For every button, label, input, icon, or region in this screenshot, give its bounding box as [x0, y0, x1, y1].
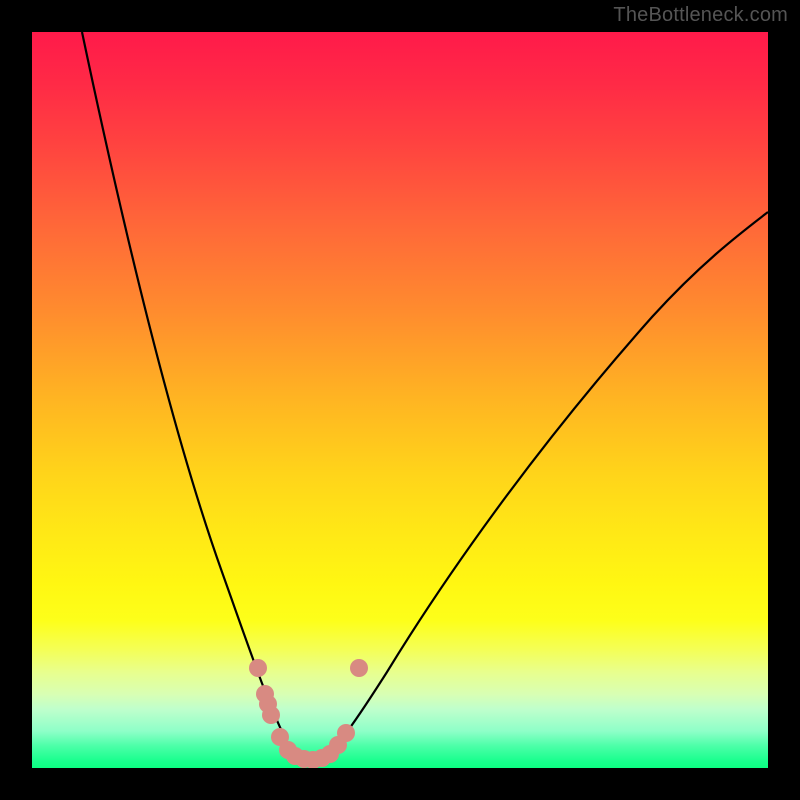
chart-stage: TheBottleneck.com	[0, 0, 800, 800]
curve-path	[82, 32, 768, 760]
curve-marker	[249, 659, 267, 677]
bottleneck-curve-svg	[32, 32, 768, 768]
curve-marker	[262, 706, 280, 724]
curve-marker	[337, 724, 355, 742]
marker-group	[249, 659, 368, 768]
watermark-text: TheBottleneck.com	[613, 4, 788, 27]
plot-area	[32, 32, 768, 768]
curve-marker	[350, 659, 368, 677]
